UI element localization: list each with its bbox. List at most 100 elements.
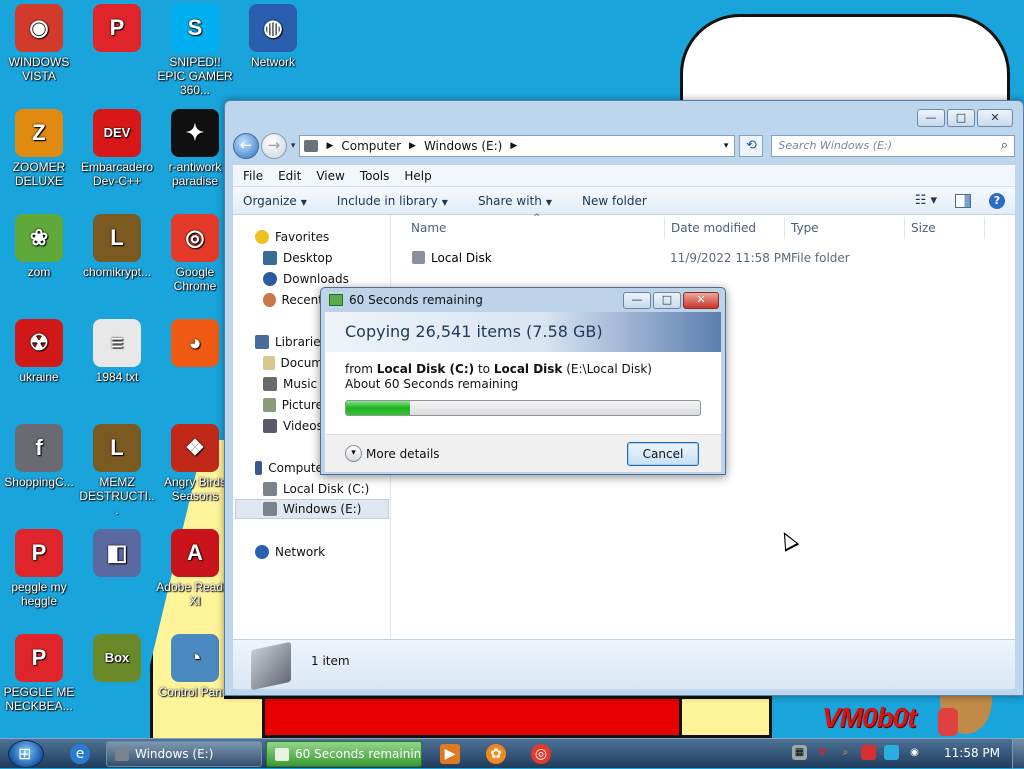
nav-videos[interactable]: Videos <box>263 416 323 436</box>
adobe-icon: A <box>171 529 219 577</box>
help-icon[interactable]: ? <box>989 192 1005 209</box>
desktop-icon-peggle-3[interactable]: P PEGGLE ME NECKBEA... <box>0 630 78 713</box>
tray-flag-icon[interactable] <box>861 745 876 760</box>
address-bar[interactable]: ▶ Computer ▶ Windows (E:) ▶ ▾ <box>299 135 736 157</box>
nav-desktop[interactable]: Desktop <box>263 248 333 268</box>
organize-button[interactable]: Organize ▼ <box>243 194 307 208</box>
close-button[interactable]: ✕ <box>977 109 1013 127</box>
change-view-icon[interactable]: ☷ ▾ <box>915 193 937 208</box>
nav-local-disk-c[interactable]: Local Disk (C:) <box>263 479 369 499</box>
column-header-size[interactable]: Size <box>911 221 936 235</box>
nav-libraries[interactable]: Libraries <box>255 332 327 352</box>
maximize-button[interactable]: □ <box>947 109 975 127</box>
column-divider[interactable] <box>904 217 905 239</box>
desktop-icon-1984[interactable]: ≡ 1984.txt <box>78 315 156 384</box>
menu-view[interactable]: View <box>316 169 344 183</box>
desktop-icon-angrybirds[interactable]: ❖ Angry Birds Seasons <box>156 420 234 503</box>
tray-app-icon[interactable]: ▦ <box>792 745 807 760</box>
desktop-icon-ukraine[interactable]: ☢ ukraine <box>0 315 78 384</box>
menu-file[interactable]: File <box>243 169 263 183</box>
source-name[interactable]: Local Disk (C:) <box>377 362 474 376</box>
desktop-icon-zoomer[interactable]: Z ZOOMER DELUXE <box>0 105 78 188</box>
taskbar-clock[interactable]: 11:58 PM <box>944 746 1000 760</box>
nav-favorites-label: Favorites <box>275 230 330 244</box>
tray-volume-icon[interactable]: ◉ <box>907 745 922 760</box>
column-header-name[interactable]: Name <box>411 221 446 235</box>
desktop-icon-label: 1984.txt <box>95 370 139 384</box>
search-icon[interactable]: ⌕ <box>1001 138 1008 153</box>
desktop-icon-box[interactable]: Box <box>78 630 156 685</box>
peggle-2-icon: P <box>15 529 63 577</box>
dialog-maximize-button[interactable]: □ <box>653 292 681 309</box>
menu-help[interactable]: Help <box>404 169 431 183</box>
nav-network[interactable]: Network <box>255 542 325 562</box>
share-with-button[interactable]: Share with ▼ <box>478 194 552 208</box>
breadcrumb-separator-icon[interactable]: ▶ <box>409 141 416 151</box>
nav-windows-e[interactable]: Windows (E:) <box>235 499 389 519</box>
preview-pane-icon[interactable] <box>955 193 971 208</box>
breadcrumb-computer[interactable]: Computer <box>341 139 401 153</box>
desktop-icon-adobe[interactable]: A Adobe Reader XI <box>156 525 234 608</box>
desktop-icon-network[interactable]: ◍ Network <box>234 0 312 69</box>
destination-name[interactable]: Local Disk <box>494 362 563 376</box>
tray-display-icon[interactable] <box>884 745 899 760</box>
show-desktop-button[interactable] <box>1012 739 1024 769</box>
desktop-icon-furryfuck[interactable]: ◕ <box>156 315 234 370</box>
taskbar-item-explorer[interactable]: Windows (E:) <box>106 741 262 767</box>
desktop-icon-peggle-1[interactable]: P <box>78 0 156 55</box>
desktop-icon-memz[interactable]: L MEMZ DESTRUCTI... <box>78 420 156 517</box>
desktop-icon-chomikrypt[interactable]: Lchomikrypt... <box>78 210 156 279</box>
more-details-toggle[interactable]: ▾ More details <box>345 445 440 462</box>
desktop-icon-antiwork[interactable]: ✦ r-antiwork paradise <box>156 105 234 188</box>
nav-music[interactable]: Music <box>263 374 323 394</box>
breadcrumb-separator-icon[interactable]: ▶ <box>326 141 333 151</box>
nav-favorites[interactable]: Favorites <box>255 227 329 247</box>
include-in-library-button[interactable]: Include in library ▼ <box>337 194 448 208</box>
breadcrumb-windows-e[interactable]: Windows (E:) <box>424 139 502 153</box>
desktop-icon-zom[interactable]: ❀ zom <box>0 210 78 279</box>
back-button[interactable]: ← <box>233 133 259 159</box>
desktop-icon-devcpp[interactable]: DEV Embarcadero Dev-C++ <box>78 105 156 188</box>
tray-search-icon[interactable]: ⌕ <box>838 745 853 760</box>
new-folder-button[interactable]: New folder <box>582 194 647 208</box>
desktop-icon-gaymes[interactable]: ◧ <box>78 525 156 580</box>
dialog-close-button[interactable]: ✕ <box>683 292 719 309</box>
sort-indicator-icon: ^ <box>533 213 541 223</box>
breadcrumb-separator-icon[interactable]: ▶ <box>510 141 517 151</box>
nav-recent[interactable]: Recent <box>263 290 323 310</box>
desktop-icon-shoppingc[interactable]: f ShoppingC... <box>0 420 78 489</box>
start-button[interactable] <box>8 740 44 768</box>
nav-pictures[interactable]: Picture <box>263 395 323 415</box>
desktop-icon-windows-vista[interactable]: ◉ WINDOWS VISTA <box>0 0 78 83</box>
column-divider[interactable] <box>664 217 665 239</box>
desktop-icon-sniped[interactable]: S SNIPED!! EPIC GAMER 360... <box>156 0 234 97</box>
minimize-button[interactable]: — <box>917 109 945 127</box>
refresh-button[interactable]: ⟲ <box>739 135 764 157</box>
nav-computer[interactable]: Compute <box>255 458 323 478</box>
recent-pages-dropdown[interactable]: ▾ <box>291 141 296 151</box>
tray-antivirus-icon[interactable]: V <box>815 745 830 760</box>
file-row[interactable]: Local Disk 11/9/2022 11:58 PM File folde… <box>406 249 1015 269</box>
menu-edit[interactable]: Edit <box>278 169 301 183</box>
column-header-date-modified[interactable]: Date modified <box>671 221 756 235</box>
column-divider[interactable] <box>784 217 785 239</box>
dialog-minimize-button[interactable]: — <box>623 292 651 309</box>
taskbar-item-copy-dialog[interactable]: 60 Seconds remaining <box>266 741 422 767</box>
nav-documents[interactable]: Docum <box>263 353 323 373</box>
desktop-icon-peggle-2[interactable]: Ppeggle my heggle <box>0 525 78 608</box>
nav-downloads[interactable]: Downloads <box>263 269 349 289</box>
menu-tools[interactable]: Tools <box>360 169 390 183</box>
internet-explorer-icon[interactable]: e <box>70 744 90 764</box>
cancel-button[interactable]: Cancel <box>627 442 699 466</box>
desktop-icon-control-panel[interactable]: ◔ Control Panel <box>156 630 234 699</box>
column-header-type[interactable]: Type <box>791 221 819 235</box>
column-divider[interactable] <box>984 217 985 239</box>
search-input[interactable]: Search Windows (E:) ⌕ <box>771 135 1015 157</box>
desktop-icon-chrome[interactable]: ◎ Google Chrome <box>156 210 234 293</box>
chrome-icon[interactable]: ◎ <box>531 744 551 764</box>
watermark-text: VM0b0t <box>822 702 917 733</box>
forward-button[interactable]: → <box>260 133 287 159</box>
app-pinned-icon[interactable]: ✿ <box>486 744 506 764</box>
media-player-icon[interactable]: ▶ <box>440 744 460 764</box>
address-dropdown-icon[interactable]: ▾ <box>724 141 729 151</box>
